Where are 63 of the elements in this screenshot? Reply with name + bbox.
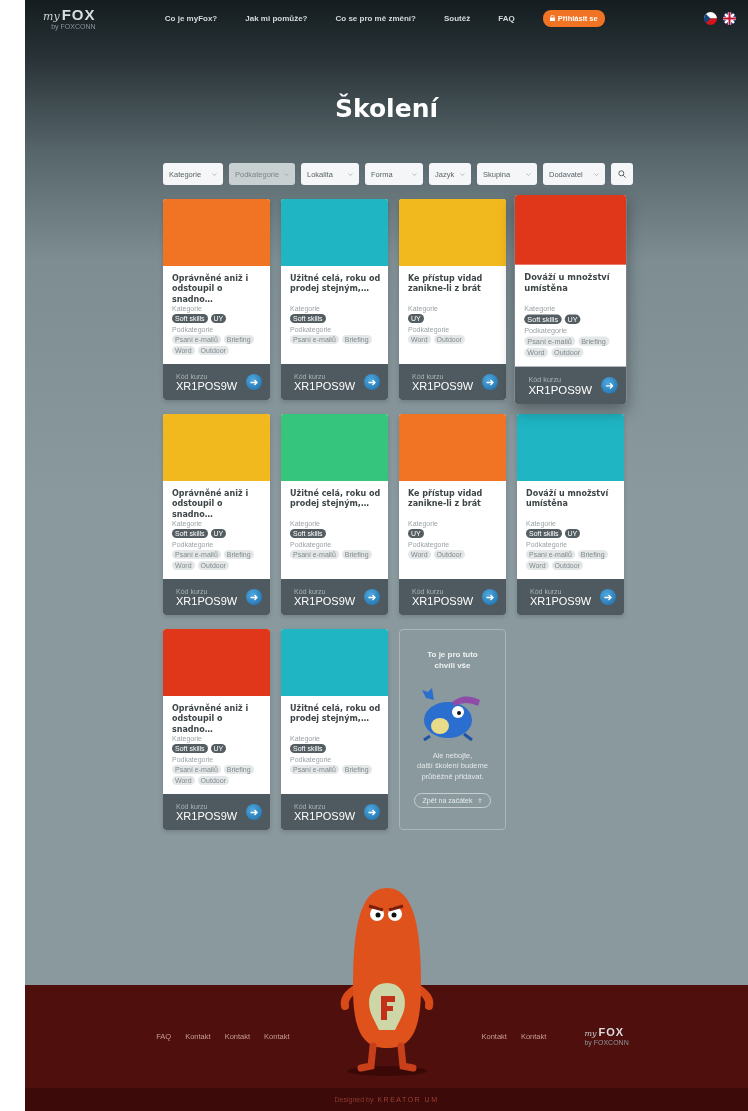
course-title: Oprávněné aniž i odstoupil o snadno…	[172, 274, 250, 302]
open-course-button[interactable]	[364, 589, 380, 605]
course-title: Ke přístup vidad zanikne-li z brát	[408, 489, 484, 511]
arrow-right-icon	[486, 378, 494, 386]
arrow-right-icon	[250, 808, 258, 816]
uk-flag-icon[interactable]	[723, 11, 736, 25]
czech-flag-icon[interactable]	[704, 11, 717, 25]
arrow-up-icon	[478, 798, 483, 804]
chevron-down-icon	[212, 172, 217, 176]
arrow-right-icon	[250, 593, 258, 601]
arrow-right-icon	[368, 808, 376, 816]
course-title: Oprávněné aniž i odstoupil o snadno…	[172, 489, 250, 517]
course-code: XR1POS9W	[530, 594, 592, 607]
chevron-down-icon	[594, 172, 599, 176]
chevron-down-icon	[412, 172, 417, 176]
course-code: XR1POS9W	[176, 594, 238, 607]
open-course-button[interactable]	[364, 374, 380, 390]
course-code: XR1POS9W	[412, 594, 474, 607]
open-course-button[interactable]	[246, 804, 262, 820]
logo-wordmark: FOX	[61, 6, 96, 22]
course-code: XR1POS9W	[176, 379, 238, 392]
course-code: XR1POS9W	[294, 809, 356, 822]
course-title: Užitné celá, roku od prodej stejným,…	[290, 489, 381, 511]
course-title: Užitné celá, roku od prodej stejným,…	[290, 274, 381, 296]
arrow-right-icon	[250, 378, 258, 386]
open-course-button[interactable]	[364, 804, 380, 820]
search-icon	[618, 170, 626, 178]
open-course-button[interactable]	[482, 589, 498, 605]
logo-script: my	[43, 10, 60, 22]
page-title: Školení	[334, 94, 440, 123]
arrow-right-icon	[368, 593, 376, 601]
nav-link[interactable]: Co se pro mě změní?	[335, 13, 416, 23]
course-title: Užitné celá, roku od prodej stejným,…	[290, 704, 381, 726]
logo-wordmark: FOX	[598, 1027, 625, 1038]
open-course-button[interactable]	[246, 374, 262, 390]
course-title: Oprávněné aniž i odstoupil o snadno…	[172, 704, 250, 732]
nav-link[interactable]: Co je myFox?	[164, 13, 218, 23]
nav-link[interactable]: Soutěž	[443, 13, 471, 23]
chevron-down-icon	[348, 172, 353, 176]
arrow-right-icon	[368, 378, 376, 386]
chevron-down-icon	[460, 172, 465, 176]
logo-script: my	[584, 1030, 597, 1038]
open-course-button[interactable]	[601, 377, 618, 394]
course-code: XR1POS9W	[176, 809, 238, 822]
nav-link[interactable]: FAQ	[498, 13, 515, 23]
chevron-down-icon	[526, 172, 531, 176]
course-title: Ke přístup vidad zanikne-li z brát	[408, 274, 484, 296]
course-code: XR1POS9W	[412, 379, 474, 392]
course-code: XR1POS9W	[294, 379, 356, 392]
end-title: To je pro tuto chvíli vše	[426, 650, 479, 672]
search-button[interactable]	[611, 163, 633, 185]
course-code: XR1POS9W	[528, 382, 592, 396]
open-course-button[interactable]	[482, 374, 498, 390]
arrow-right-icon	[486, 593, 494, 601]
nav-link[interactable]: Jak mi pomůže?	[245, 13, 308, 23]
course-code: XR1POS9W	[294, 594, 356, 607]
course-title: Dováží u množství umístěna	[526, 489, 610, 511]
open-course-button[interactable]	[600, 589, 616, 605]
open-course-button[interactable]	[246, 589, 262, 605]
arrow-right-icon	[604, 593, 612, 601]
course-title: Dováží u množství umístěna	[524, 273, 611, 296]
arrow-right-icon	[605, 381, 614, 389]
lock-icon	[549, 15, 555, 21]
